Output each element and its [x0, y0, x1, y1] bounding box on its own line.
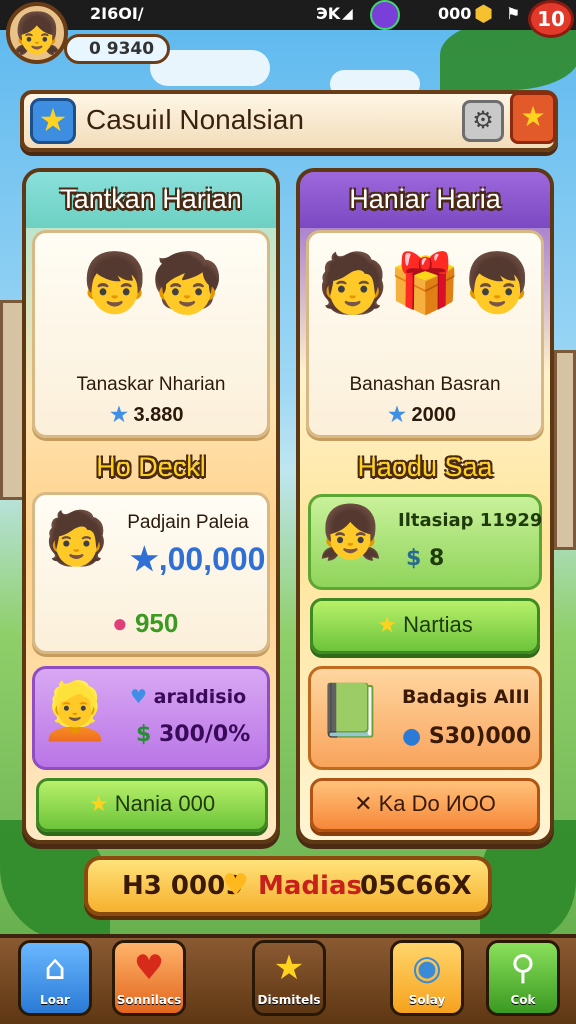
nav-home-label: Loar	[40, 993, 70, 1007]
book-illustration: 📗	[318, 681, 383, 741]
status-time: 2I6OI/	[90, 4, 144, 23]
nav-search[interactable]: ⚲ Cok	[486, 940, 560, 1016]
nav-search-label: Cok	[510, 993, 536, 1007]
total-middle-text: Madias	[258, 871, 362, 901]
reward-value-left: ★ 3.880	[110, 404, 184, 426]
nav-collections-label: Sonnilacs	[116, 993, 182, 1007]
star-icon: ★	[88, 791, 115, 816]
offer-name: Padjain Paleia	[127, 512, 249, 533]
offer-secondary: ● 950	[112, 608, 179, 638]
characters-illustration: 👦🧒	[78, 249, 224, 317]
gem-count: 000	[438, 4, 472, 23]
bonus-line1: ♥ araldisio	[130, 686, 247, 708]
characters-gift-illustration: 🧑🎁👦	[316, 249, 534, 317]
item-name: Badagis AIII	[402, 686, 530, 708]
search-icon: ⚲	[510, 948, 536, 988]
fish-icon: ◉	[412, 948, 442, 988]
flag-icon: ⚑	[506, 4, 521, 23]
notification-badge[interactable]: 10	[528, 0, 574, 38]
coin-icon: $	[406, 546, 429, 571]
coin-prefix: 0	[89, 39, 101, 59]
favorites-button[interactable]: ★	[510, 92, 556, 144]
page-title: Casuiıl Nonalsian	[86, 104, 304, 135]
building-right	[554, 350, 576, 550]
star-icon: ★	[273, 948, 305, 988]
settings-button[interactable]: ⚙	[462, 100, 504, 142]
player-avatar[interactable]: 👧	[6, 2, 68, 64]
gem-icon	[370, 0, 400, 30]
boy-illustration: 🧑	[44, 509, 109, 569]
reward-name-left: Tanaskar Nharian	[76, 374, 226, 395]
reward-value-right: ★ 2000	[388, 404, 456, 426]
star-icon: ★	[130, 541, 159, 577]
nav-collections[interactable]: ♥ Sonnilacs	[112, 940, 186, 1016]
task-value: $ 8	[406, 546, 445, 571]
gem-icon: ●	[112, 608, 135, 638]
item-value: ● S30)000	[402, 724, 532, 749]
nav-home[interactable]: ⌂ Loar	[18, 940, 92, 1016]
star-icon: ★	[388, 404, 412, 426]
nav-play[interactable]: ◉ Solay	[390, 940, 464, 1016]
task-button-right[interactable]: ★ Nartias	[310, 598, 540, 654]
offer-value: ★,00,000	[130, 541, 266, 577]
signal-icon: ЭK	[316, 4, 341, 23]
panel-title-left: Tantkan Harian	[60, 184, 242, 214]
coin-value: 9340	[106, 39, 155, 59]
heart-icon: ♥	[130, 686, 154, 708]
claim-button-left[interactable]: ★ Nania 000	[36, 778, 268, 832]
coin-counter: 0 9340	[64, 34, 170, 64]
coin-icon: $	[136, 722, 159, 747]
star-icon: ★	[110, 404, 134, 426]
section-title-left: Ho Deckl	[96, 452, 206, 482]
nav-missions[interactable]: ★ Dismitels	[252, 940, 326, 1016]
star-icon[interactable]: ★	[30, 98, 76, 144]
star-icon: ★	[377, 612, 404, 637]
bonus-line2: $ 300/0%	[136, 722, 251, 747]
status-bar: 2I6OI/ ЭK ◢ 000 ⬢ ⚑	[0, 0, 576, 30]
reward-name-right: Banashan Basran	[349, 374, 501, 395]
total-reward-bar[interactable]: H3 0009 ♥ Madias 05C66X	[84, 856, 492, 916]
total-right-text: 05C66X	[360, 871, 472, 901]
task-name: Iltasiap 11929	[398, 510, 543, 531]
star-icon: ★	[520, 100, 546, 133]
item-button-right[interactable]: ✕ Ka Do ИOO	[310, 778, 540, 832]
coin-icon: ●	[402, 724, 429, 749]
avatar-face-icon: 👧	[12, 11, 62, 57]
wifi-icon: ◢	[342, 6, 353, 22]
heart-icon: ♥	[133, 948, 165, 988]
shield-icon: ⬢	[474, 2, 494, 27]
section-title-right: Haodu Saa	[357, 452, 493, 482]
cross-icon: ✕	[354, 791, 379, 816]
nav-play-label: Solay	[408, 993, 446, 1007]
girl-illustration: 👱	[40, 679, 110, 744]
girl-illustration: 👧	[318, 503, 383, 563]
panel-title-right: Haniar Haria	[349, 184, 501, 214]
heart-icon: ♥	[222, 868, 249, 903]
home-icon: ⌂	[44, 948, 66, 988]
nav-missions-label: Dismitels	[257, 993, 321, 1007]
gear-icon: ⚙	[472, 106, 494, 134]
